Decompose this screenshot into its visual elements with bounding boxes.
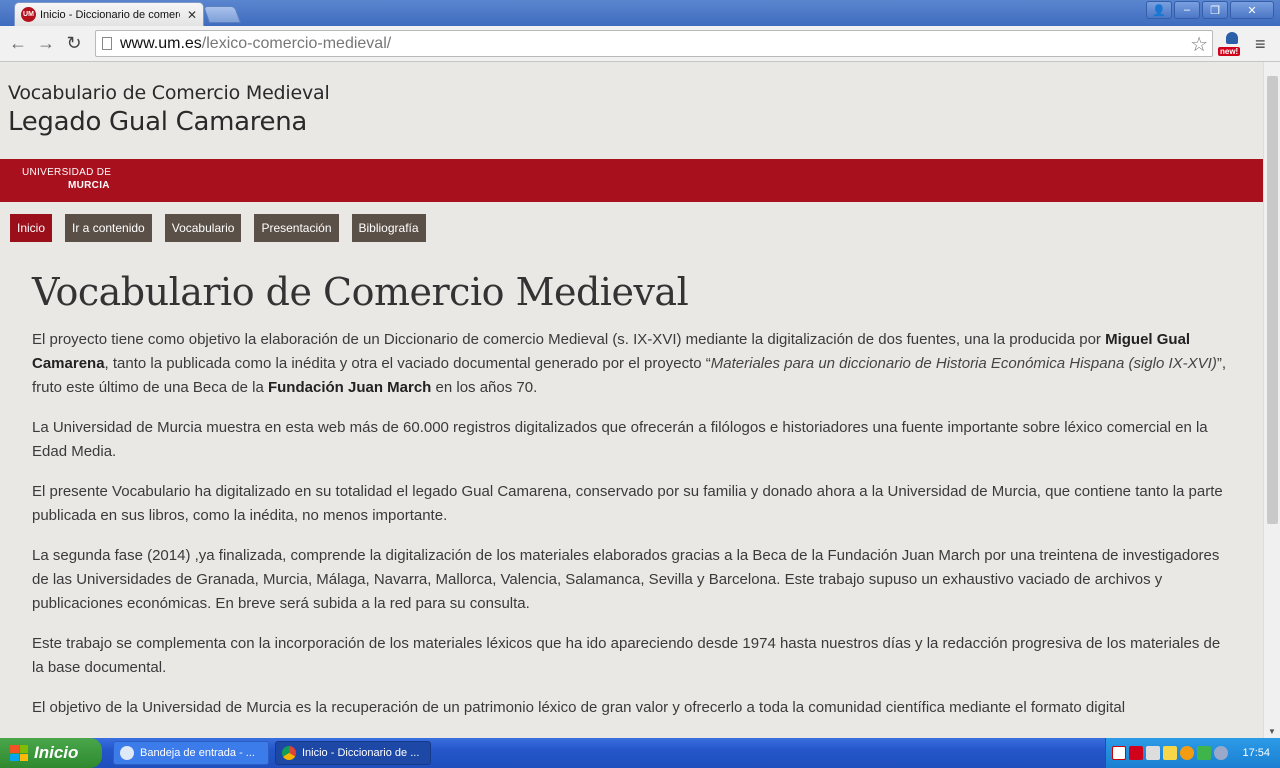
menu-item-vocabulario[interactable]: Vocabulario: [164, 214, 242, 242]
taskbar-item-chrome[interactable]: Inicio - Diccionario de ...: [275, 741, 431, 765]
taskbar-item-mail-label: Bandeja de entrada - ...: [140, 747, 255, 759]
scrollbar-thumb[interactable]: [1267, 76, 1278, 524]
paragraph-5: Este trabajo se complementa con la incor…: [32, 635, 1221, 676]
restore-button[interactable]: ❐: [1202, 1, 1228, 19]
window-controls: 👤 – ❐ ✕: [1146, 1, 1274, 19]
taskbar-clock: 17:54: [1242, 747, 1270, 759]
bookmark-star-icon[interactable]: ☆: [1190, 32, 1208, 57]
minimize-button[interactable]: –: [1174, 1, 1200, 19]
extension-icon[interactable]: new!: [1218, 32, 1246, 56]
main-menu: Inicio Ir a contenido Vocabulario Presen…: [10, 214, 439, 242]
chrome-menu-icon[interactable]: ≡: [1255, 34, 1266, 55]
site-subtitle: Vocabulario de Comercio Medieval: [8, 82, 330, 104]
tray-chrome-icon[interactable]: [1180, 746, 1194, 760]
reload-icon[interactable]: ↻: [62, 32, 86, 54]
browser-titlebar: UM Inicio - Diccionario de comerc ✕ 👤 – …: [0, 0, 1280, 26]
main-content: Vocabulario de Comercio Medieval El proy…: [32, 270, 1232, 720]
new-tab-button[interactable]: [202, 6, 242, 23]
p1-foundation: Fundación Juan March: [267, 379, 432, 396]
paragraph-2: La Universidad de Murcia muestra en esta…: [32, 419, 1208, 460]
p1-text-g: en los años 70.: [431, 379, 538, 396]
url-host: www.um.es: [120, 34, 202, 52]
system-tray: 17:54: [1105, 738, 1280, 768]
tray-n-icon[interactable]: [1129, 746, 1143, 760]
user-icon[interactable]: 👤: [1146, 1, 1172, 19]
taskbar-item-chrome-label: Inicio - Diccionario de ...: [302, 747, 420, 759]
p1-text-a: El proyecto tiene como objetivo la elabo…: [32, 331, 1106, 348]
scroll-down-arrow-icon[interactable]: ▼: [1268, 727, 1276, 736]
taskbar-item-mail[interactable]: Bandeja de entrada - ...: [113, 741, 269, 765]
paragraph-4: La segunda fase (2014) ,ya finalizada, c…: [32, 547, 1220, 612]
header-band: UNIVERSIDAD DE MURCIA: [0, 159, 1263, 202]
menu-item-inicio[interactable]: Inicio: [10, 214, 53, 242]
start-button[interactable]: Inicio: [0, 738, 102, 768]
tab-close-icon[interactable]: ✕: [187, 8, 197, 22]
tab-title: Inicio - Diccionario de comerc: [40, 8, 180, 21]
chrome-icon: [282, 746, 296, 760]
tray-tool-icon[interactable]: [1163, 746, 1177, 760]
page-viewport: Vocabulario de Comercio Medieval Legado …: [0, 62, 1280, 738]
tray-volume-icon[interactable]: [1214, 746, 1228, 760]
browser-tab[interactable]: UM Inicio - Diccionario de comerc ✕: [14, 2, 204, 26]
paragraph-1: El proyecto tiene como objetivo la elabo…: [32, 328, 1232, 400]
menu-item-bibliografia[interactable]: Bibliografía: [351, 214, 426, 242]
menu-item-ir-a-contenido[interactable]: Ir a contenido: [65, 214, 152, 242]
address-bar[interactable]: www.um.es/lexico-comercio-medieval/ ☆: [95, 30, 1213, 57]
windows-flag-icon: [10, 745, 28, 761]
tray-app-icon[interactable]: [1112, 746, 1126, 760]
mail-client-icon: [120, 746, 134, 760]
start-label: Inicio: [34, 743, 79, 762]
p1-project: Materiales para un diccionario de Histor…: [710, 355, 1217, 372]
tray-network-icon[interactable]: [1146, 746, 1160, 760]
menu-item-presentacion[interactable]: Presentación: [254, 214, 339, 242]
close-window-button[interactable]: ✕: [1230, 1, 1274, 19]
forward-arrow-icon[interactable]: →: [34, 32, 58, 54]
windows-taskbar: Inicio Bandeja de entrada - ... Inicio -…: [0, 738, 1280, 768]
paragraph-6: El objetivo de la Universidad de Murcia …: [32, 699, 1126, 716]
page-scrollbar[interactable]: ▼: [1263, 62, 1280, 738]
um-favicon-icon: UM: [21, 7, 36, 22]
extension-badge: new!: [1218, 47, 1241, 56]
extension-figure-icon: [1226, 32, 1238, 44]
p1-text-c: , tanto la publicada como la inédita y o…: [104, 355, 711, 372]
tray-battery-icon[interactable]: [1197, 746, 1211, 760]
page-icon: [102, 37, 112, 50]
um-logo-line2[interactable]: MURCIA: [68, 180, 110, 191]
browser-toolbar: ← → ↻ www.um.es/lexico-comercio-medieval…: [0, 26, 1280, 62]
back-arrow-icon[interactable]: ←: [6, 32, 30, 54]
paragraph-3: El presente Vocabulario ha digitalizado …: [32, 483, 1223, 524]
url-path: /lexico-comercio-medieval/: [201, 34, 392, 52]
um-logo-line1[interactable]: UNIVERSIDAD DE: [22, 167, 111, 178]
site-title[interactable]: Legado Gual Camarena: [8, 107, 307, 137]
page-title: Vocabulario de Comercio Medieval: [32, 270, 689, 314]
